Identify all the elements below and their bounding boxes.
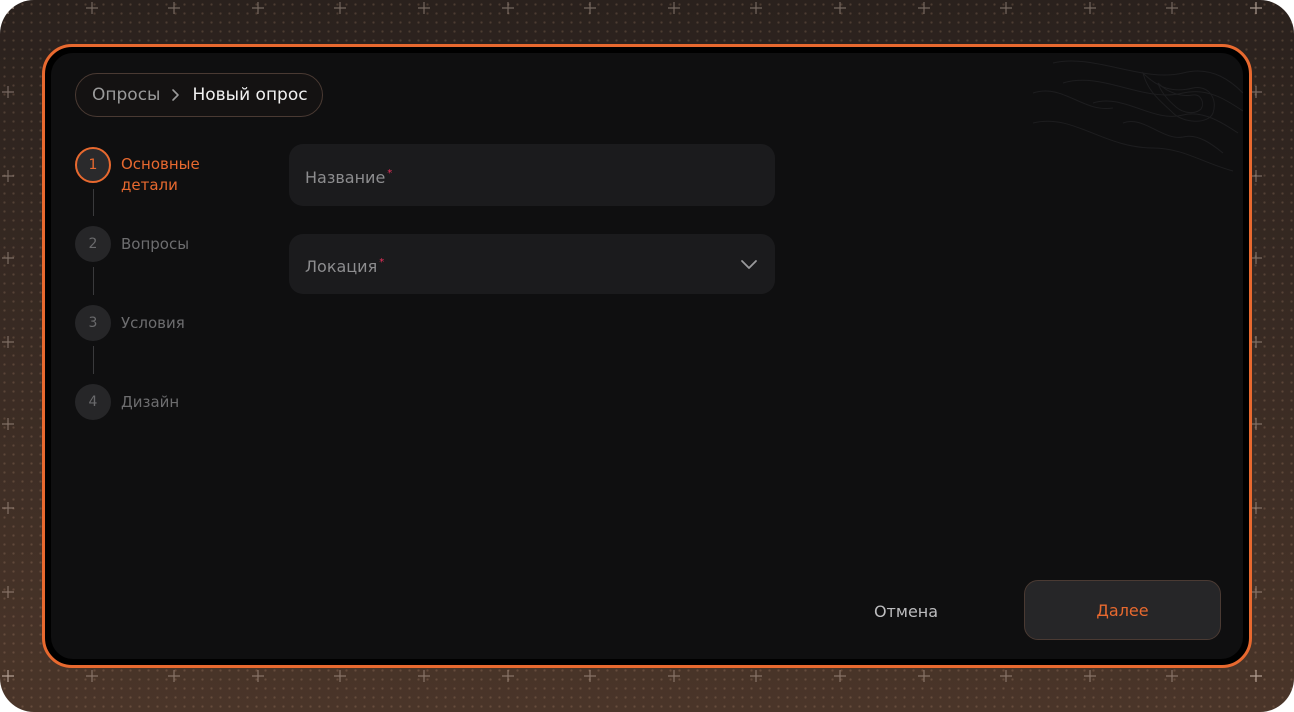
required-marker: * [387,167,393,179]
plus-mark [1084,670,1096,682]
plus-mark [502,2,514,14]
plus-mark [1166,2,1178,14]
plus-mark [834,670,846,682]
plus-mark [1084,2,1096,14]
step-label: Условия [121,314,185,332]
plus-mark [502,670,514,682]
plus-mark [668,2,680,14]
plus-mark [1250,2,1262,14]
plus-mark [168,2,180,14]
required-marker: * [379,256,385,268]
plus-mark [2,336,14,348]
plus-mark [1250,2,1262,14]
name-field[interactable]: Название * [289,144,775,206]
plus-mark [334,670,346,682]
plus-mark [918,2,930,14]
plus-mark [2,418,14,430]
step-number: 1 [75,147,111,183]
breadcrumb-current: Новый опрос [192,85,308,105]
step-number: 3 [75,305,111,341]
step-label: Основные детали [121,155,200,194]
plus-mark [2,2,14,14]
plus-mark [2,252,14,264]
plus-mark [668,670,680,682]
plus-mark [1000,670,1012,682]
plus-mark [86,2,98,14]
step-basic-details[interactable]: 1 Основные детали [75,147,221,196]
plus-mark [834,2,846,14]
step-number: 4 [75,384,111,420]
plus-mark [252,670,264,682]
step-connector [93,346,94,374]
plus-mark [2,502,14,514]
step-label: Вопросы [121,235,190,253]
plus-mark [418,670,430,682]
plus-mark [168,670,180,682]
breadcrumb-surveys-link[interactable]: Опросы [92,85,160,105]
step-design[interactable]: 4 Дизайн [75,384,221,420]
plus-mark [418,2,430,14]
plus-mark [918,670,930,682]
chevron-right-icon [170,88,182,102]
plus-mark [1250,670,1262,682]
plus-mark [1000,2,1012,14]
topographic-decoration [1033,60,1243,172]
plus-mark [334,2,346,14]
plus-mark [750,670,762,682]
step-label: Дизайн [121,393,180,411]
plus-mark [584,670,596,682]
plus-mark [2,2,14,14]
cancel-button[interactable]: Отмена [861,581,951,641]
step-conditions[interactable]: 3 Условия [75,305,221,341]
plus-mark [2,670,14,682]
plus-mark [2,86,14,98]
dialog-body: Опросы Новый опрос 1 Основные детали 2 В… [51,53,1243,659]
breadcrumb: Опросы Новый опрос [75,73,323,117]
plus-mark [1166,670,1178,682]
plus-mark [252,2,264,14]
step-questions[interactable]: 2 Вопросы [75,226,221,262]
plus-mark [750,2,762,14]
plus-mark [2,586,14,598]
new-survey-dialog: Опросы Новый опрос 1 Основные детали 2 В… [42,44,1252,668]
step-number: 2 [75,226,111,262]
step-connector [93,267,94,295]
plus-mark [2,670,14,682]
chevron-down-icon[interactable] [739,257,759,271]
app-background: Опросы Новый опрос 1 Основные детали 2 В… [0,0,1294,712]
plus-mark [2,170,14,182]
next-button[interactable]: Далее [1024,580,1221,640]
plus-mark [584,2,596,14]
plus-mark [86,670,98,682]
plus-mark [1250,670,1262,682]
name-field-label: Название * [305,167,393,187]
location-field-label: Локация * [305,256,385,276]
location-select[interactable]: Локация * [289,234,775,294]
